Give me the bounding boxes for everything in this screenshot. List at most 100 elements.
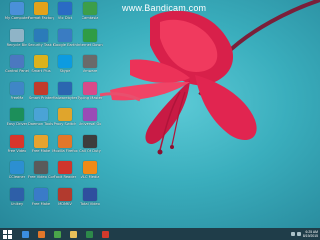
windows-logo-pane [8,229,12,234]
app-icon [10,134,24,148]
desktop-icon-label: Total Video [80,201,100,206]
app-icon [10,187,24,201]
app-icon [83,134,97,148]
desktop-icon[interactable]: Call Of Duty [77,134,103,153]
taskbar-pinned [16,229,112,239]
desktop-icon-label: CCleaner [8,175,26,179]
ie-icon [21,230,29,238]
desktop-icon[interactable]: Mozilla Firefox [52,134,78,153]
app-icon [58,161,72,174]
taskbar-chrome-button[interactable] [50,229,64,239]
desktop-icon-label: Internet Download [77,42,103,47]
desktop-icon-label: Skype [59,69,71,73]
desktop-icon-label: Vtc Dict [57,16,73,20]
desktop-icon-label: Call Of Duty [79,148,101,153]
app-icon [10,81,24,95]
excel-icon [85,230,93,238]
app-icon [34,161,48,174]
taskbar: 6:25 AM 8/19/2015 [0,228,320,240]
desktop-icon[interactable]: Skype [52,55,78,73]
clock[interactable]: 6:25 AM 8/19/2015 [303,230,318,238]
desktop-icon[interactable]: Easy Driver [4,108,30,126]
app-icon [83,161,97,174]
desktop-icon[interactable]: Free Video Converter [28,161,54,179]
app-icon [58,2,72,15]
desktop-icon[interactable]: Typing Master [77,81,103,100]
desktop-icon[interactable]: Camtasia [77,2,103,20]
desktop-icon-label: Control Panel [5,69,29,73]
system-tray: 6:25 AM 8/19/2015 [290,228,318,240]
desktop-icon[interactable]: Universal Go [77,108,103,126]
desktop-icon[interactable]: Vmware [77,55,103,73]
app-icon [10,2,24,15]
desktop-icon-label: Recycle Bin [6,42,28,47]
taskbar-firefox-button[interactable] [34,229,48,239]
desktop-icon-label: Free Video Converter [28,175,54,179]
network-icon[interactable] [290,232,295,236]
desktop-icon[interactable]: FreeMa [4,81,30,100]
desktop-icon[interactable]: My Computer [4,2,30,20]
desktop-icon[interactable]: Free Make [28,134,54,153]
desktop-icon[interactable]: Google Earth [52,28,78,47]
app-icon [34,108,48,121]
desktop-icon[interactable]: Total Video [77,187,103,206]
desktop-icon[interactable]: Free Make [28,187,54,206]
desktop-icon-label: Malwarebytes [52,95,78,100]
app-icon [10,108,24,121]
desktop-icon[interactable]: Malwarebytes [52,81,78,100]
app-icon [34,187,48,201]
taskbar-ie-button[interactable] [18,229,32,239]
desktop-icon-label: Free Make [31,148,51,153]
desktop-icon-label: Smart Printer [29,95,53,100]
desktop-icon[interactable]: Control Panel [4,55,30,73]
app-icon [83,2,97,15]
desktop-icon[interactable]: Daemon Tools Lite [28,108,54,126]
desktop-icon[interactable]: Smart Plus [28,55,54,73]
taskbar-explorer-button[interactable] [66,229,80,239]
app-icon [58,28,72,42]
desktop-icon[interactable]: Foxit Reader [52,161,78,179]
desktop-icon-label: VLC Media [80,175,100,179]
desktop-icon[interactable]: Vtc Dict [52,2,78,20]
desktop-icon-label: Mozilla Firefox [52,148,78,153]
windows-logo-pane [3,229,7,234]
desktop-icon[interactable]: VLC Media [77,161,103,179]
app-icon [10,161,24,174]
clock-date: 8/19/2015 [302,234,318,238]
desktop-icon[interactable]: Recycle Bin [4,28,30,47]
app-icon [83,81,97,95]
taskbar-record-button[interactable] [98,229,112,239]
app-icon [10,28,24,42]
app-icon [10,55,24,68]
app-icon [34,55,48,68]
desktop-icon-label: Google Earth [53,42,77,47]
desktop-icon-label: Foxit Reader [53,175,77,179]
desktop-icon-label: Free Video [7,148,27,153]
app-icon [83,187,97,201]
desktop-icon[interactable]: Proxy Switch [52,108,78,126]
desktop-icon-label: Vmware [82,69,98,73]
desktop-icon-label: Smart Plus [31,69,51,73]
app-icon [58,55,72,68]
desktop-icon[interactable]: Internet Download [77,28,103,47]
app-icon [34,28,48,42]
desktop-icon[interactable]: Format Factory [28,2,54,20]
desktop-icon[interactable]: MDMKV [52,187,78,206]
desktop-icon[interactable]: CCleaner [4,161,30,179]
record-icon [101,230,109,238]
bandicam-watermark: www.Bandicam.com [122,3,207,13]
taskbar-excel-button[interactable] [82,229,96,239]
desktop-icon[interactable]: Smart Printer [28,81,54,100]
desktop-icon-label: MDMKV [58,201,72,206]
desktop-icon[interactable]: Free Video [4,134,30,153]
app-icon [34,134,48,148]
desktop-icon-label: Easy Driver [6,122,28,126]
start-button[interactable] [3,229,12,239]
desktop-icon[interactable]: Security Task Manager [28,28,54,47]
app-icon [34,81,48,95]
desktop: www.Bandicam.com My Computer Format Facto… [0,0,320,228]
desktop-icon-label: Typing Master [77,95,103,100]
desktop-icon[interactable]: Unikey [4,187,30,206]
volume-icon[interactable] [296,232,301,236]
explorer-icon [69,230,77,238]
